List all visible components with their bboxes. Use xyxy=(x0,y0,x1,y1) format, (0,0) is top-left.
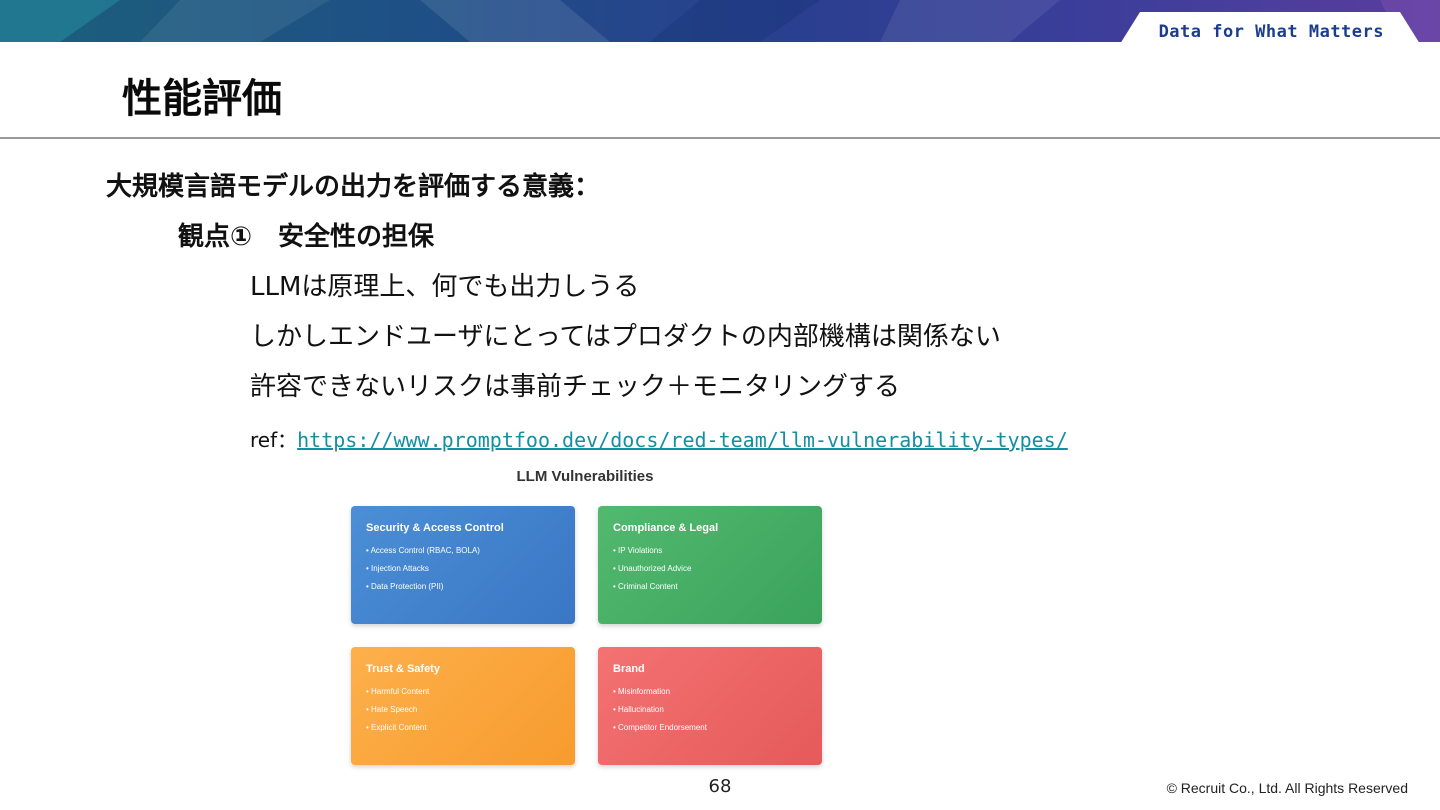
figure-title: LLM Vulnerabilities xyxy=(516,468,654,485)
reference-label: ref： xyxy=(250,428,298,452)
card-title: Compliance & Legal xyxy=(613,522,719,534)
card-item: • Competitor Endorsement xyxy=(613,723,707,732)
card-title: Brand xyxy=(613,663,645,675)
card-item: • Explicit Content xyxy=(366,723,427,732)
card-item: • IP Violations xyxy=(613,546,663,555)
section-heading: 大規模言語モデルの出力を評価する意義： xyxy=(106,172,601,202)
card-title: Trust & Safety xyxy=(366,663,440,675)
card-item: • Misinformation xyxy=(613,687,671,696)
card-trust-safety: Trust & Safety • Harmful Content • Hate … xyxy=(351,647,575,765)
page-title: 性能評価 xyxy=(122,76,282,122)
tagline: Data for What Matters xyxy=(1158,22,1384,42)
reference-link[interactable]: https://www.promptfoo.dev/docs/red-team/… xyxy=(297,428,1068,452)
section-subheading: 観点① 安全性の担保 xyxy=(178,222,435,252)
card-item: • Unauthorized Advice xyxy=(613,564,692,573)
bullet-line-2: しかしエンドユーザにとってはプロダクトの内部機構は関係ない xyxy=(250,322,1001,352)
card-security-access-control: Security & Access Control • Access Contr… xyxy=(351,506,575,624)
card-item: • Criminal Content xyxy=(613,582,678,591)
reference: ref：https://www.promptfoo.dev/docs/red-t… xyxy=(250,424,1068,453)
bullet-line-1: LLMは原理上、何でも出力しうる xyxy=(250,272,640,302)
card-item: • Hate Speech xyxy=(366,705,418,714)
card-title: Security & Access Control xyxy=(366,522,504,534)
copyright: © Recruit Co., Ltd. All Rights Reserved xyxy=(1166,780,1408,796)
title-divider xyxy=(0,137,1440,139)
bullet-line-3: 許容できないリスクは事前チェック＋モニタリングする xyxy=(250,372,901,402)
card-brand: Brand • Misinformation • Hallucination •… xyxy=(598,647,822,765)
card-compliance-legal: Compliance & Legal • IP Violations • Una… xyxy=(598,506,822,624)
card-item: • Injection Attacks xyxy=(366,564,429,573)
card-item: • Data Protection (PII) xyxy=(366,582,444,591)
card-item: • Hallucination xyxy=(613,705,664,714)
page-number: 68 xyxy=(708,776,732,797)
vulnerabilities-figure: LLM Vulnerabilities Security & Access Co… xyxy=(340,460,830,778)
card-item: • Access Control (RBAC, BOLA) xyxy=(366,546,480,555)
card-item: • Harmful Content xyxy=(366,687,430,696)
